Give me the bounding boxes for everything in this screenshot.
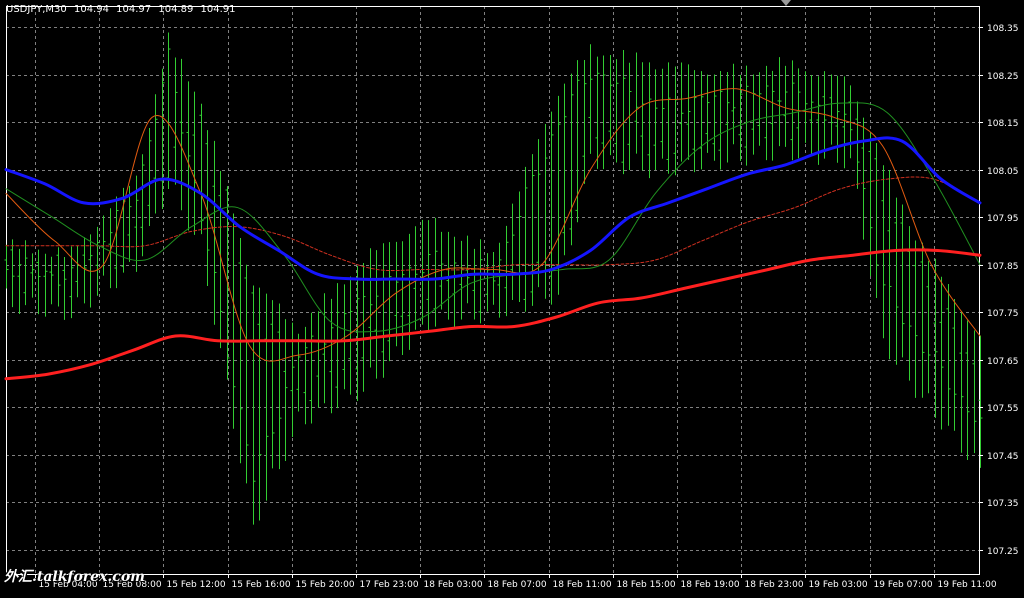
price-chart[interactable]: 108.35 108.25 108.15 108.05 107.95 107.85 107.…	[0, 0, 1024, 594]
y-tick-label: 108.05	[987, 167, 1019, 177]
x-tick-label: 18 Feb 03:00	[424, 580, 483, 590]
y-tick-label: 108.35	[987, 24, 1019, 34]
x-tick-label: 18 Feb 15:00	[617, 580, 676, 590]
y-tick-label: 107.55	[987, 404, 1019, 414]
chart-window[interactable]: USDJPY,M30 104.94 104.97 104.89 104.91 1…	[0, 0, 1024, 594]
x-tick-label: 18 Feb 23:00	[745, 580, 804, 590]
x-tick-label: 15 Feb 16:00	[232, 580, 291, 590]
x-tick-label: 17 Feb 23:00	[360, 580, 419, 590]
y-tick-label: 108.15	[987, 119, 1019, 129]
y-tick-label: 107.45	[987, 452, 1019, 462]
open-value: 104.94	[73, 4, 109, 15]
x-tick-label: 18 Feb 11:00	[553, 580, 612, 590]
y-tick-label: 107.65	[987, 357, 1019, 367]
y-tick-label: 107.75	[987, 309, 1019, 319]
y-tick-label: 107.35	[987, 499, 1019, 509]
watermark-text: 外汇.talkforex.com	[4, 569, 145, 585]
chart-shift-marker-icon[interactable]	[781, 0, 791, 6]
x-tick-label: 18 Feb 07:00	[488, 580, 547, 590]
x-tick-label: 18 Feb 19:00	[681, 580, 740, 590]
close-value: 104.91	[200, 4, 236, 15]
y-tick-label: 107.95	[987, 214, 1019, 224]
x-tick-label: 19 Feb 07:00	[874, 580, 933, 590]
y-tick-label: 108.25	[987, 72, 1019, 82]
x-tick-label: 19 Feb 03:00	[809, 580, 868, 590]
x-tick-label: 19 Feb 11:00	[938, 580, 997, 590]
low-value: 104.89	[158, 4, 194, 15]
chart-header: USDJPY,M30 104.94 104.97 104.89 104.91	[6, 4, 240, 15]
y-tick-label: 107.85	[987, 262, 1019, 272]
x-tick-label: 15 Feb 12:00	[167, 580, 226, 590]
y-tick-label: 107.25	[987, 547, 1019, 557]
high-value: 104.97	[116, 4, 152, 15]
symbol-label: USDJPY,M30	[6, 4, 67, 15]
x-tick-label: 15 Feb 20:00	[296, 580, 355, 590]
